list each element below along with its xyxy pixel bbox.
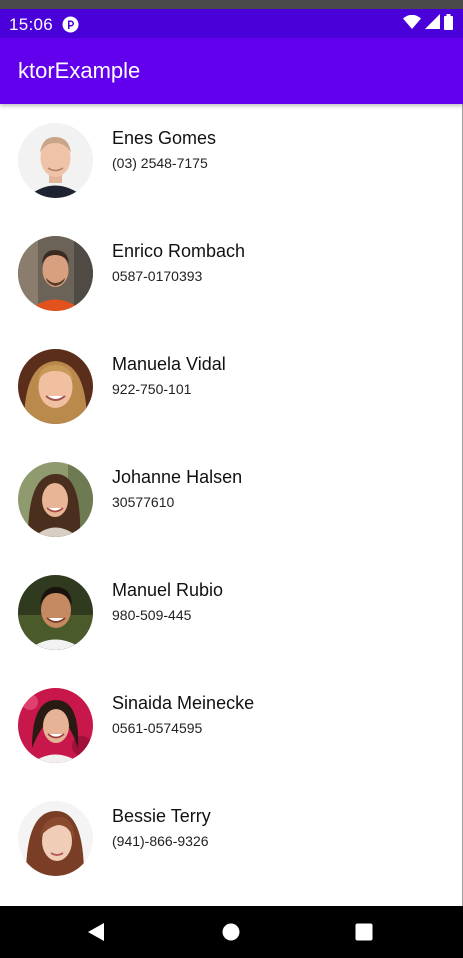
contact-phone: 0561-0574595 xyxy=(112,720,203,736)
list-item[interactable]: Bessie Terry (941)-866-9326 xyxy=(0,782,462,895)
avatar xyxy=(18,236,93,311)
avatar xyxy=(18,462,93,537)
contact-name: Bessie Terry xyxy=(112,806,211,826)
avatar xyxy=(18,801,93,876)
navigation-bar xyxy=(0,906,463,958)
contact-phone: 0587-0170393 xyxy=(112,268,203,284)
list-item[interactable]: Johanne Halsen 30577610 xyxy=(0,443,462,556)
contact-phone: 922-750-101 xyxy=(112,381,192,397)
avatar xyxy=(18,575,93,650)
contact-phone: (03) 2548-7175 xyxy=(112,155,208,171)
contact-name: Enrico Rombach xyxy=(112,241,246,261)
app-bar: ktorExample xyxy=(0,38,463,104)
contact-phone: (941)-866-9326 xyxy=(112,833,209,849)
contact-name: Manuela Vidal xyxy=(112,354,226,374)
battery-icon xyxy=(444,13,453,35)
contact-name: Sinaida Meinecke xyxy=(112,693,255,713)
back-icon[interactable] xyxy=(84,920,108,944)
contact-list[interactable]: Enes Gomes (03) 2548-7175 Enrico Rombach… xyxy=(0,104,463,906)
contact-phone: 30577610 xyxy=(112,494,175,510)
wifi-icon xyxy=(403,14,421,34)
list-item[interactable]: Manuel Rubio 980-509-445 xyxy=(0,556,462,669)
recents-icon[interactable] xyxy=(352,920,376,944)
status-time: 15:06 xyxy=(9,15,54,34)
app-title: ktorExample xyxy=(18,58,141,83)
avatar xyxy=(18,123,93,198)
list-item[interactable]: Manuela Vidal 922-750-101 xyxy=(0,330,462,443)
avatar xyxy=(18,688,93,763)
list-item[interactable]: Enes Gomes (03) 2548-7175 xyxy=(0,104,462,217)
status-bar: 15:06 xyxy=(0,0,463,38)
contact-name: Enes Gomes xyxy=(112,128,217,148)
contact-phone: 980-509-445 xyxy=(112,607,192,623)
list-item[interactable]: Sinaida Meinecke 0561-0574595 xyxy=(0,669,462,782)
status-bar-top-strip xyxy=(0,0,463,9)
status-icons xyxy=(403,13,453,35)
notification-icon xyxy=(62,16,79,33)
home-icon[interactable] xyxy=(219,920,243,944)
list-item[interactable]: Enrico Rombach 0587-0170393 xyxy=(0,217,462,330)
contact-name: Manuel Rubio xyxy=(112,580,224,600)
app-screen: 15:06 ktorExample Enes Gomes (03) 2548-7… xyxy=(0,0,463,958)
avatar xyxy=(18,349,93,424)
signal-icon xyxy=(425,14,440,34)
contact-name: Johanne Halsen xyxy=(112,467,243,487)
